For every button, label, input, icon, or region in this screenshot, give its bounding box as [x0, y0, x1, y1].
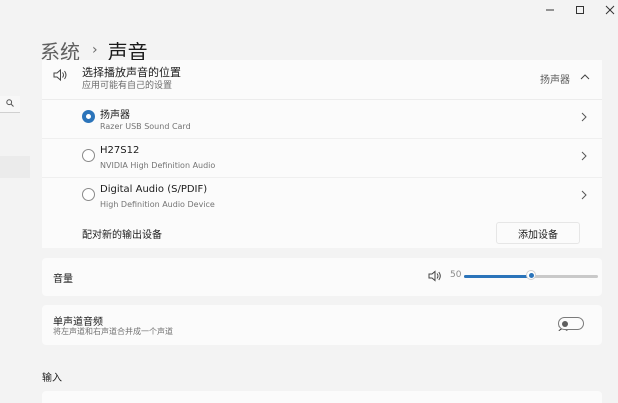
chevron-right-icon[interactable]: [580, 112, 588, 122]
volume-value: 50: [450, 270, 462, 280]
device-row-h27s12[interactable]: H27S12 NVIDIA High Definition Audio: [42, 139, 602, 178]
mono-audio-row: 单声道音频 将左声道和右声道合并成一个声道 关: [42, 305, 602, 345]
volume-slider-thumb[interactable]: [526, 270, 536, 280]
device-row-speakers[interactable]: 扬声器 Razer USB Sound Card: [42, 100, 602, 139]
device-detail: High Definition Audio Device: [100, 200, 215, 209]
maximize-button[interactable]: [565, 2, 595, 18]
search-icon: [6, 99, 14, 107]
breadcrumb-separator: ›: [92, 41, 98, 58]
close-button[interactable]: [595, 2, 618, 18]
device-name: 扬声器: [100, 110, 130, 121]
sidebar-search-input[interactable]: [0, 96, 20, 113]
chevron-up-icon: [580, 74, 590, 80]
mono-audio-toggle[interactable]: [558, 317, 584, 330]
close-icon: [605, 5, 615, 15]
device-detail: Razer USB Sound Card: [100, 122, 191, 131]
pair-device-row: 配对新的输出设备 添加设备: [42, 215, 602, 248]
volume-row: 音量 50: [42, 258, 602, 296]
device-row-digital-audio[interactable]: Digital Audio (S/PDIF) High Definition A…: [42, 178, 602, 217]
input-card: [42, 391, 602, 403]
volume-icon[interactable]: [428, 270, 442, 282]
device-detail: NVIDIA High Definition Audio: [100, 161, 216, 170]
sidebar-item-selected[interactable]: [0, 156, 30, 178]
volume-slider[interactable]: [464, 270, 598, 280]
volume-label: 音量: [53, 274, 73, 285]
minimize-button[interactable]: [535, 2, 565, 18]
speaker-icon: [53, 68, 67, 82]
input-section-heading: 输入: [42, 373, 62, 384]
device-name: Digital Audio (S/PDIF): [100, 184, 208, 195]
maximize-icon: [576, 6, 584, 14]
chevron-right-icon[interactable]: [580, 190, 588, 200]
output-location-subtitle: 应用可能有自己的设置: [82, 81, 173, 91]
device-radio[interactable]: [82, 149, 95, 162]
chevron-right-icon[interactable]: [580, 151, 588, 161]
device-name: H27S12: [100, 145, 140, 156]
device-radio-selected[interactable]: [82, 110, 95, 123]
output-location-value: 扬声器: [540, 75, 570, 86]
device-radio[interactable]: [82, 188, 95, 201]
add-device-button[interactable]: 添加设备: [496, 222, 580, 244]
volume-slider-fill: [464, 275, 531, 278]
mono-audio-subtitle: 将左声道和右声道合并成一个声道: [53, 327, 173, 336]
pair-device-label: 配对新的输出设备: [82, 230, 162, 241]
minimize-icon: [546, 9, 554, 11]
output-location-expander[interactable]: 选择播放声音的位置 应用可能有自己的设置 扬声器: [42, 60, 602, 100]
